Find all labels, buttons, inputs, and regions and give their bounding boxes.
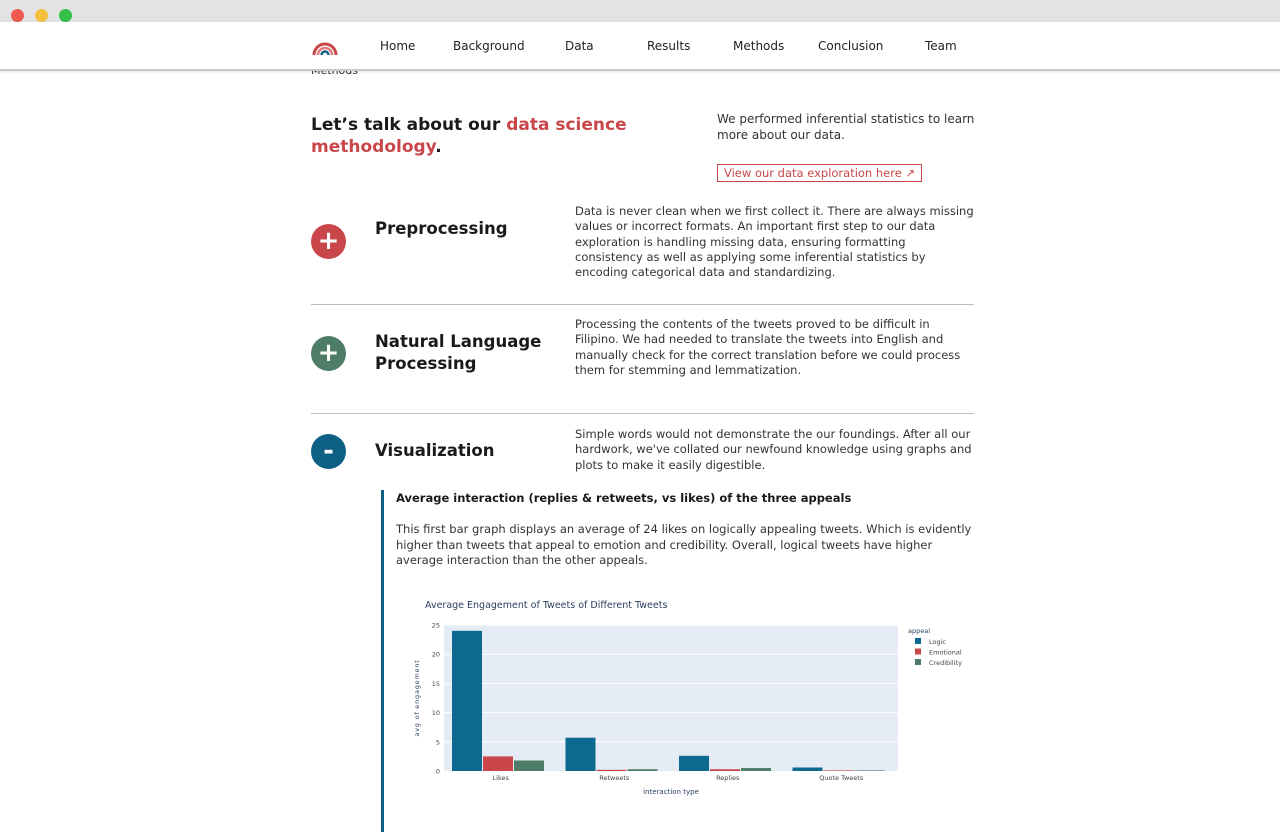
- expand-nlp-button[interactable]: +: [311, 336, 346, 371]
- top-navbar: Home Background Data Results Methods Con…: [0, 22, 1280, 71]
- divider: [311, 413, 974, 414]
- x-tick-label: Likes: [493, 774, 510, 782]
- divider: [311, 304, 974, 305]
- bar-emotional-likes: [483, 756, 513, 771]
- y-tick-label: 5: [436, 738, 440, 746]
- logo-icon[interactable]: [311, 33, 339, 61]
- y-tick-label: 15: [432, 680, 440, 688]
- legend-label-logic: Logic: [929, 638, 946, 646]
- chart-section-text: This first bar graph displays an average…: [396, 522, 972, 567]
- bar-logic-replies: [679, 755, 709, 771]
- visualization-title: Visualization: [375, 441, 495, 460]
- bar-credibility-retweets: [627, 769, 658, 771]
- nav-team[interactable]: Team: [925, 39, 957, 53]
- accent-bar: [381, 490, 384, 832]
- preprocessing-title: Preprocessing: [375, 219, 508, 238]
- bar-credibility-likes: [514, 760, 544, 771]
- bar-logic-quote-tweets: [792, 767, 823, 771]
- hero-description: We performed inferential statistics to l…: [717, 112, 975, 142]
- nlp-description: Processing the contents of the tweets pr…: [575, 317, 961, 377]
- data-exploration-button[interactable]: View our data exploration here ↗: [717, 164, 923, 182]
- bar-logic-likes: [452, 630, 482, 771]
- legend-swatch-emotional: [915, 648, 921, 655]
- legend-label-emotional: Emotional: [929, 649, 962, 657]
- page-content: Methods Let’s talk about our data scienc…: [0, 0, 1280, 832]
- nav-methods[interactable]: Methods: [733, 39, 784, 53]
- nlp-title: Natural Language Processing: [375, 332, 542, 373]
- nav-background[interactable]: Background: [453, 39, 525, 53]
- legend-swatch-logic: [915, 638, 921, 644]
- y-tick-label: 10: [432, 709, 440, 717]
- x-tick-label: Quote Tweets: [819, 774, 864, 782]
- title-prefix: Let’s talk about our: [311, 115, 507, 135]
- bar-emotional-quote-tweets: [823, 770, 854, 771]
- chart-section-title: Average interaction (replies & retweets,…: [396, 491, 852, 505]
- nav-conclusion[interactable]: Conclusion: [818, 39, 883, 53]
- bar-emotional-retweets: [596, 769, 627, 771]
- engagement-bar-chart: Average Engagement of Tweets of Differen…: [413, 600, 962, 796]
- nav-home[interactable]: Home: [380, 39, 415, 53]
- y-tick-label: 0: [436, 768, 440, 776]
- collapse-visualization-button[interactable]: -: [311, 434, 346, 469]
- bar-emotional-replies: [710, 769, 740, 771]
- legend-label-credibility: Credibility: [929, 659, 962, 667]
- x-tick-label: Retweets: [599, 774, 630, 782]
- bar-credibility-quote-tweets: [854, 770, 885, 771]
- bar-credibility-replies: [741, 768, 771, 771]
- legend-title: appeal: [908, 627, 930, 635]
- chart-title: Average Engagement of Tweets of Differen…: [425, 600, 667, 611]
- x-axis-label: interaction type: [643, 788, 699, 796]
- legend-swatch-credibility: [915, 659, 921, 665]
- nav-data[interactable]: Data: [565, 39, 594, 53]
- visualization-description: Simple words would not demonstrate the o…: [575, 427, 972, 472]
- page-title: Let’s talk about our data science method…: [311, 114, 631, 158]
- expand-preprocessing-button[interactable]: +: [311, 224, 346, 259]
- x-tick-label: Replies: [716, 774, 740, 782]
- nav-results[interactable]: Results: [647, 39, 690, 53]
- y-tick-label: 25: [432, 622, 440, 630]
- y-axis-label: avg of engagement: [413, 659, 421, 736]
- y-tick-label: 20: [432, 651, 440, 659]
- bar-logic-retweets: [565, 737, 596, 771]
- plot-area: [444, 625, 898, 771]
- preprocessing-description: Data is never clean when we first collec…: [575, 204, 974, 280]
- title-suffix: .: [435, 137, 442, 157]
